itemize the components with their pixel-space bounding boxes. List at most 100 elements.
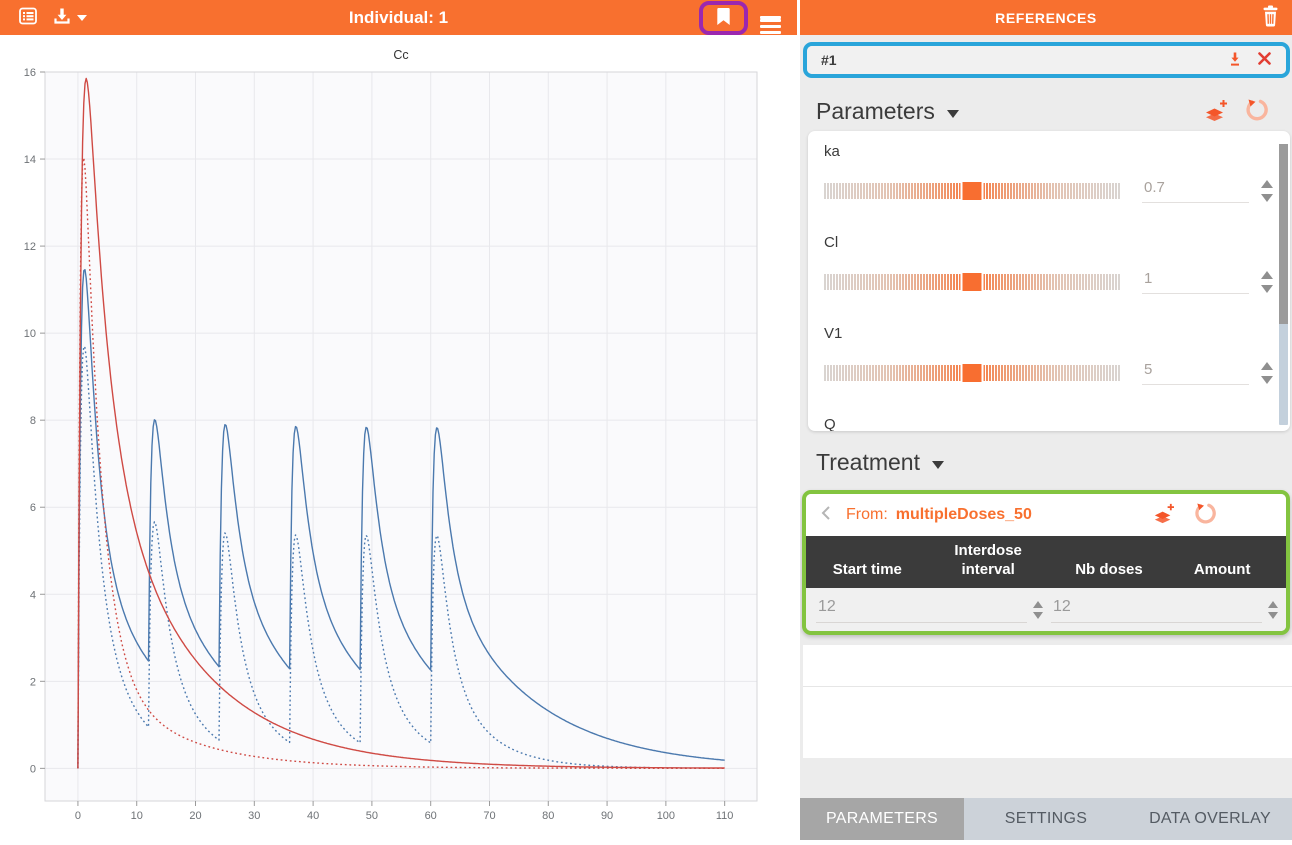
column-header-interdose-interval: Interdose interval (927, 542, 1050, 580)
tab-settings[interactable]: SETTINGS (964, 798, 1128, 840)
parameters-section-header[interactable]: Parameters (816, 98, 1278, 125)
references-title: REFERENCES (800, 10, 1292, 26)
v1-value-field[interactable] (1142, 361, 1249, 385)
parameters-scrollbar[interactable] (1279, 144, 1288, 425)
decrement-button[interactable] (1261, 194, 1273, 202)
reference-row-highlight-annotation: #1 (803, 42, 1290, 78)
treatment-from-value[interactable]: multipleDoses_50 (896, 506, 1032, 524)
data-table-icon (18, 6, 38, 29)
ka-stepper (1261, 180, 1273, 202)
menu-button[interactable] (760, 13, 781, 22)
column-header-start-time: Start time (816, 561, 919, 580)
decrement-button[interactable] (1033, 612, 1043, 619)
bookmark-icon (716, 7, 731, 29)
column-header-nb-doses: Nb doses (1058, 561, 1161, 580)
interdose-interval-stepper (1268, 601, 1278, 619)
add-parameters-reference-button[interactable] (1203, 99, 1228, 125)
increment-button[interactable] (1268, 601, 1278, 608)
reset-treatment-button[interactable] (1193, 502, 1216, 528)
svg-text:70: 70 (483, 810, 495, 822)
svg-text:90: 90 (601, 810, 613, 822)
svg-text:0: 0 (30, 763, 36, 775)
ka-slider[interactable] (824, 183, 1120, 199)
svg-text:Cc: Cc (393, 48, 408, 62)
cc-plot: 01020304050607080901001100246810121416Cc (0, 35, 800, 840)
svg-text:50: 50 (366, 810, 378, 822)
treatment-from-label: From: (846, 506, 888, 524)
column-header-amount: Amount (1168, 561, 1276, 580)
menu-icon (760, 16, 781, 19)
chevron-left-icon (820, 505, 832, 525)
treatment-section-title: Treatment (816, 449, 920, 476)
reference-item-label: #1 (821, 52, 837, 68)
parameter-row-q: Q (824, 416, 1274, 431)
treatment-section-header[interactable]: Treatment (816, 449, 1278, 476)
interdose-interval-field[interactable] (1051, 598, 1262, 623)
increment-button[interactable] (1261, 180, 1273, 188)
svg-text:6: 6 (30, 502, 36, 514)
bottom-tabs: PARAMETERS SETTINGS DATA OVERLAY (800, 798, 1292, 840)
svg-text:110: 110 (716, 810, 734, 822)
ka-value-field[interactable] (1142, 179, 1249, 203)
svg-text:30: 30 (248, 810, 260, 822)
decrement-button[interactable] (1261, 285, 1273, 293)
svg-text:10: 10 (24, 328, 36, 340)
cl-slider[interactable] (824, 274, 1120, 290)
reference-remove-button[interactable] (1257, 51, 1272, 69)
svg-text:14: 14 (24, 154, 36, 166)
parameters-card: ka Cl V1 (808, 131, 1290, 431)
tab-data-overlay[interactable]: DATA OVERLAY (1128, 798, 1292, 840)
slider-handle[interactable] (961, 273, 984, 291)
decrement-button[interactable] (1261, 376, 1273, 384)
treatment-source-row: From: multipleDoses_50 (806, 494, 1286, 536)
references-header: REFERENCES (800, 0, 1292, 35)
parameter-row-ka: ka (824, 143, 1274, 206)
bookmark-highlight-annotation (699, 1, 748, 35)
reset-parameters-button[interactable] (1244, 98, 1268, 125)
reset-icon (1193, 502, 1216, 528)
download-icon (1227, 51, 1243, 70)
increment-button[interactable] (1033, 601, 1043, 608)
add-layer-icon (1152, 503, 1175, 527)
parameter-label: ka (824, 143, 1274, 160)
treatment-back-button[interactable] (820, 505, 832, 525)
svg-text:4: 4 (30, 589, 36, 601)
chart-toolbar: Individual: 1 (0, 0, 800, 35)
parameter-label: Q (824, 416, 1274, 431)
svg-text:60: 60 (425, 810, 437, 822)
v1-stepper (1261, 362, 1273, 384)
svg-text:40: 40 (307, 810, 319, 822)
v1-slider[interactable] (824, 365, 1120, 381)
svg-text:20: 20 (189, 810, 201, 822)
reference-item[interactable]: #1 (807, 46, 1286, 74)
bookmark-button[interactable] (716, 7, 731, 29)
page-title: Individual: 1 (0, 8, 797, 28)
export-chart-button[interactable] (52, 6, 87, 29)
decrement-button[interactable] (1268, 612, 1278, 619)
cl-stepper (1261, 271, 1273, 293)
tab-parameters[interactable]: PARAMETERS (800, 798, 964, 840)
list-item (803, 645, 1292, 687)
increment-button[interactable] (1261, 271, 1273, 279)
references-panel: REFERENCES #1 (800, 0, 1292, 840)
delete-references-button[interactable] (1261, 5, 1280, 30)
start-time-field[interactable] (816, 598, 1027, 623)
scrollbar-thumb[interactable] (1279, 144, 1288, 324)
treatment-table-header: Start time Interdose interval Nb doses A… (806, 536, 1286, 588)
svg-text:12: 12 (24, 241, 36, 253)
increment-button[interactable] (1261, 362, 1273, 370)
nb-doses-field[interactable] (1286, 598, 1290, 623)
add-layer-icon (1203, 99, 1228, 125)
data-table-button[interactable] (18, 6, 38, 29)
slider-handle[interactable] (961, 182, 984, 200)
chevron-down-icon (947, 110, 959, 118)
slider-handle[interactable] (961, 364, 984, 382)
svg-text:8: 8 (30, 415, 36, 427)
svg-text:0: 0 (75, 810, 81, 822)
parameter-row-cl: Cl (824, 234, 1274, 297)
cl-value-field[interactable] (1142, 270, 1249, 294)
reference-export-button[interactable] (1227, 51, 1243, 70)
treatment-table-row (806, 588, 1286, 631)
parameter-label: Cl (824, 234, 1274, 251)
add-treatment-reference-button[interactable] (1152, 503, 1175, 527)
